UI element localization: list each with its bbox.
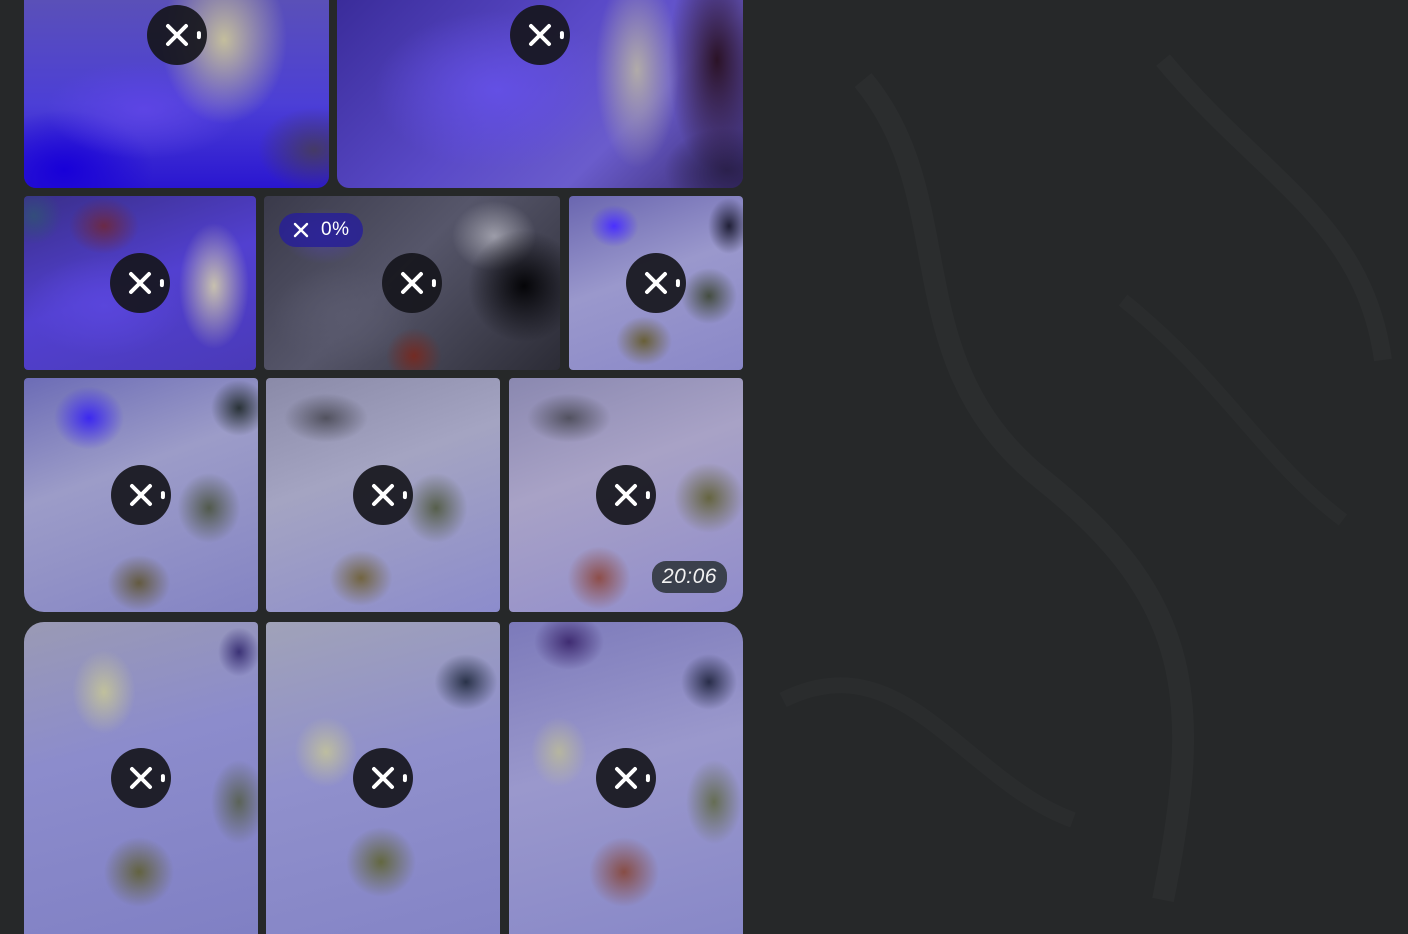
media-album: 0% 20:06	[0, 0, 743, 934]
media-tile[interactable]	[266, 622, 500, 934]
cancel-upload-button[interactable]	[382, 253, 442, 313]
cancel-upload-button[interactable]	[111, 465, 171, 525]
close-icon	[401, 272, 423, 294]
upload-progress-label: 0%	[321, 219, 350, 240]
close-icon	[129, 272, 151, 294]
cancel-upload-button[interactable]	[596, 748, 656, 808]
cancel-upload-button[interactable]	[353, 748, 413, 808]
close-icon	[130, 484, 152, 506]
media-tile[interactable]	[24, 622, 258, 934]
media-tile[interactable]	[569, 196, 743, 370]
cancel-upload-button[interactable]	[111, 748, 171, 808]
close-icon	[165, 24, 188, 46]
close-icon	[293, 222, 309, 238]
cancel-upload-button[interactable]	[626, 253, 686, 313]
close-icon	[372, 484, 394, 506]
media-tile[interactable]: 20:06	[509, 378, 743, 612]
cancel-upload-button[interactable]	[146, 5, 207, 65]
close-icon	[130, 767, 152, 789]
close-icon	[529, 24, 551, 46]
media-tile[interactable]	[509, 622, 743, 934]
media-tile[interactable]	[266, 378, 500, 612]
chat-view: 0% 20:06	[0, 0, 1408, 934]
cancel-upload-button[interactable]	[510, 5, 570, 65]
media-tile[interactable]	[24, 196, 256, 370]
media-tile[interactable]	[24, 378, 258, 612]
cancel-upload-button[interactable]	[110, 253, 170, 313]
media-tile[interactable]: 0%	[264, 196, 560, 370]
message-timestamp: 20:06	[651, 561, 727, 593]
close-icon	[615, 484, 637, 506]
cancel-upload-button[interactable]	[596, 465, 656, 525]
chat-wallpaper	[779, 54, 1392, 903]
upload-progress-indicator[interactable]: 0%	[279, 213, 364, 247]
cancel-upload-button[interactable]	[353, 465, 413, 525]
close-icon	[645, 272, 667, 294]
media-tile[interactable]	[24, 0, 329, 188]
close-icon	[372, 767, 394, 789]
close-icon	[615, 767, 637, 789]
media-tile[interactable]	[337, 0, 743, 188]
